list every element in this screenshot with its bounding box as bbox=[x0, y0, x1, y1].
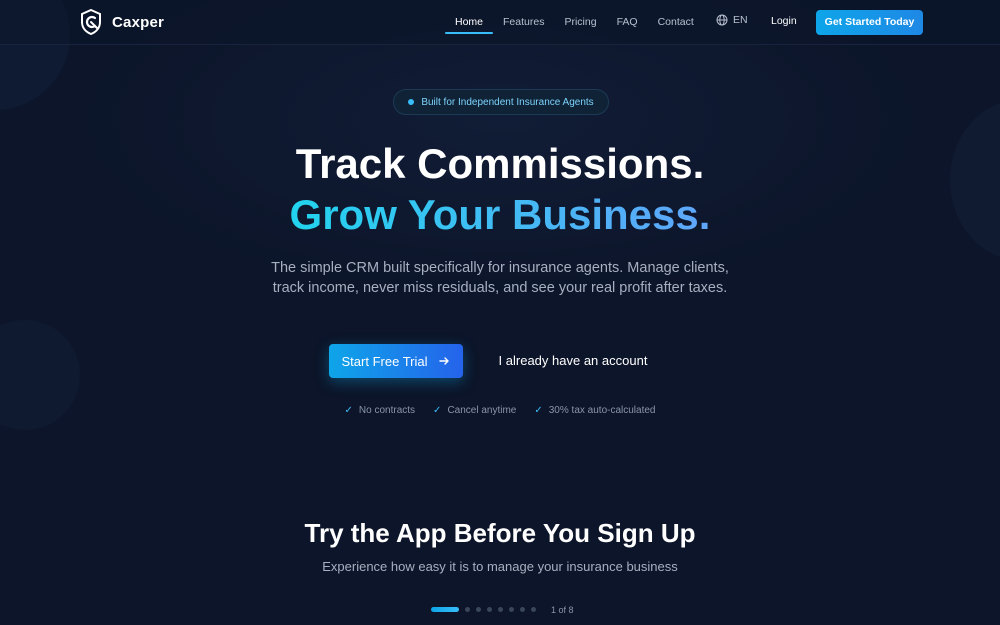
carousel-dot-6[interactable] bbox=[509, 607, 514, 612]
language-selector[interactable]: EN bbox=[716, 14, 748, 26]
carousel-dot-4[interactable] bbox=[487, 607, 492, 612]
demo-section-title: Try the App Before You Sign Up bbox=[304, 518, 696, 548]
badge-text: Built for Independent Insurance Agents bbox=[421, 96, 594, 108]
carousel-dot-5[interactable] bbox=[498, 607, 503, 612]
nav-link-home[interactable]: Home bbox=[445, 0, 494, 45]
login-link[interactable]: Login bbox=[771, 15, 797, 27]
landing-page: Caxper Home Features Pricing FAQ Contact… bbox=[0, 0, 1000, 625]
top-navigation: Caxper Home Features Pricing FAQ Contact… bbox=[0, 0, 1000, 45]
check-label: Cancel anytime bbox=[447, 405, 517, 416]
carousel-dot-7[interactable] bbox=[520, 607, 525, 612]
carousel-dot-8[interactable] bbox=[531, 607, 536, 612]
existing-account-link[interactable]: I already have an account bbox=[480, 344, 666, 378]
check-item: ✓ Cancel anytime bbox=[433, 405, 516, 416]
demo-section-subtitle: Experience how easy it is to manage your… bbox=[322, 559, 678, 574]
carousel-dot-1[interactable] bbox=[431, 607, 459, 612]
check-item: ✓ 30% tax auto-calculated bbox=[534, 405, 655, 416]
checkmark-icon: ✓ bbox=[433, 405, 442, 416]
start-free-trial-button[interactable]: Start Free Trial bbox=[329, 344, 463, 378]
carousel-dot-2[interactable] bbox=[465, 607, 470, 612]
carousel-dots bbox=[431, 607, 536, 612]
carousel-dot-3[interactable] bbox=[476, 607, 481, 612]
start-free-trial-label: Start Free Trial bbox=[341, 353, 428, 369]
checkmark-icon: ✓ bbox=[344, 405, 353, 416]
audience-badge: Built for Independent Insurance Agents bbox=[393, 89, 609, 115]
language-label: EN bbox=[733, 14, 748, 26]
nav-link-features[interactable]: Features bbox=[493, 0, 554, 45]
nav-links: Home Features Pricing FAQ Contact bbox=[445, 0, 704, 45]
nav-link-contact[interactable]: Contact bbox=[648, 0, 704, 45]
headline-gradient-text: Grow Your Business. bbox=[289, 191, 711, 238]
check-label: 30% tax auto-calculated bbox=[548, 405, 656, 416]
headline-line-2: Grow Your Business. bbox=[0, 190, 1000, 240]
brand-name: Caxper bbox=[112, 13, 165, 31]
nav-link-faq[interactable]: FAQ bbox=[607, 0, 648, 45]
globe-icon bbox=[716, 14, 728, 26]
check-label: No contracts bbox=[358, 405, 416, 416]
badge-dot-icon bbox=[408, 99, 415, 105]
nav-link-pricing[interactable]: Pricing bbox=[554, 0, 606, 45]
get-started-button[interactable]: Get Started Today bbox=[816, 10, 923, 35]
headline-line-1: Track Commissions. bbox=[295, 140, 705, 187]
check-item: ✓ No contracts bbox=[345, 405, 416, 416]
arrow-right-icon bbox=[439, 357, 450, 365]
feature-checks: ✓ No contracts ✓ Cancel anytime ✓ 30% ta… bbox=[0, 405, 1000, 416]
brand-logo[interactable]: Caxper bbox=[80, 9, 164, 35]
hero-subtitle: The simple CRM built specifically for in… bbox=[271, 260, 729, 296]
checkmark-icon: ✓ bbox=[534, 405, 543, 416]
caxper-logo-icon bbox=[81, 9, 101, 35]
slide-counter: 1 of 8 bbox=[551, 605, 574, 615]
